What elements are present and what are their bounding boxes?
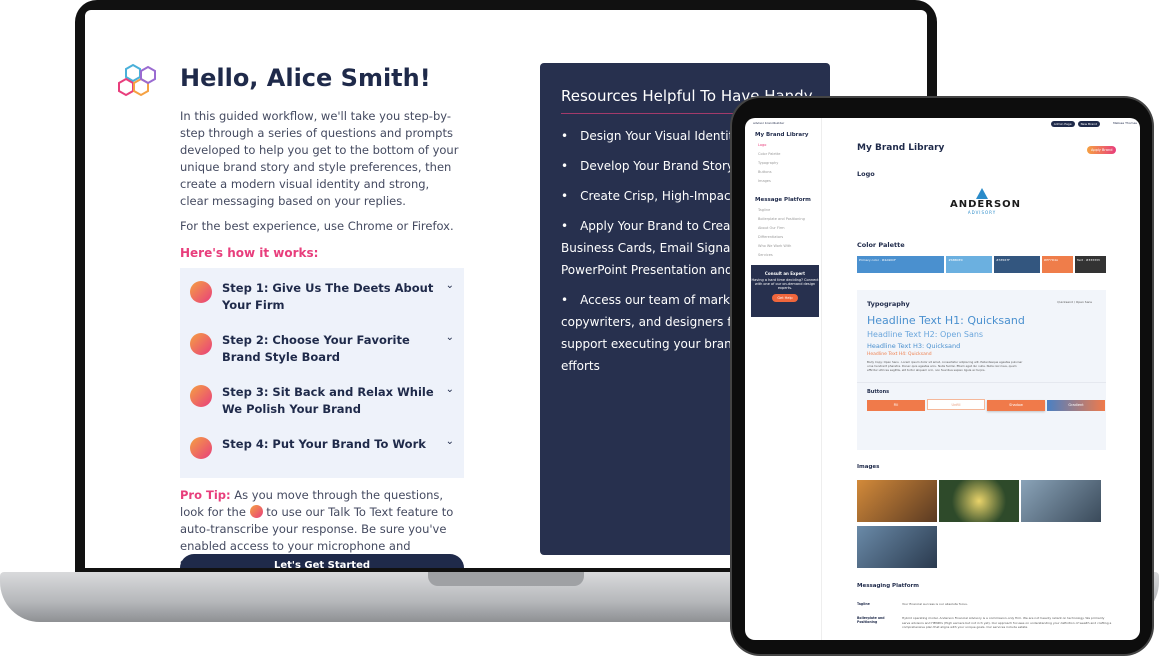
user-name[interactable]: Melissa Thomas bbox=[1113, 121, 1137, 125]
fill-button-sample[interactable]: Fill bbox=[867, 400, 925, 411]
list-icon bbox=[190, 281, 212, 303]
chevron-down-icon[interactable]: ⌄ bbox=[446, 436, 454, 447]
cursor-board-icon bbox=[190, 333, 212, 355]
image-lightbulb[interactable] bbox=[939, 480, 1019, 522]
consult-expert-card: Consult an Expert Having a hard time dec… bbox=[751, 265, 819, 317]
sidebar-item[interactable]: Services bbox=[758, 253, 821, 257]
h4-sample: Headline Text H4: Quicksand bbox=[867, 352, 932, 357]
greeting-title: Hello, Alice Smith! bbox=[180, 64, 431, 92]
h1-sample: Headline Text H1: Quicksand bbox=[867, 314, 1025, 327]
logo-triangle-icon bbox=[976, 188, 988, 199]
sidebar-heading: My Brand Library bbox=[755, 132, 809, 138]
color-swatch[interactable]: Primary color · #4A90CF bbox=[857, 256, 945, 273]
step-1[interactable]: Step 1: Give Us The Deets About Your Fir… bbox=[180, 268, 464, 320]
expert-title: Consult an Expert bbox=[764, 271, 806, 276]
step-2[interactable]: Step 2: Choose Your Favorite Brand Style… bbox=[180, 320, 464, 372]
sidebar-item[interactable]: Buttons bbox=[758, 170, 821, 174]
color-swatch[interactable]: #33567F bbox=[994, 256, 1040, 273]
header-buttons: Admin Page New Brand bbox=[1050, 121, 1100, 127]
gradient-button-sample[interactable]: Gradient bbox=[1047, 400, 1105, 411]
chevron-down-icon[interactable]: ⌄ bbox=[446, 384, 454, 395]
sidebar-heading: Message Platform bbox=[755, 197, 811, 203]
step-label: Step 4: Put Your Brand To Work bbox=[222, 437, 426, 451]
buttons-title: Buttons bbox=[867, 389, 890, 395]
brand-cubes-logo bbox=[118, 63, 156, 97]
sidebar-item[interactable]: Typography bbox=[758, 161, 821, 165]
sidebar-item[interactable]: Color Palette bbox=[758, 152, 821, 156]
tagline-label: Tagline bbox=[857, 602, 870, 606]
thumbs-up-icon bbox=[190, 437, 212, 459]
intro-text: In this guided workflow, we'll take you … bbox=[180, 108, 460, 235]
how-it-works-heading: Here's how it works: bbox=[180, 246, 319, 260]
logo-name: ANDERSON bbox=[950, 199, 1022, 210]
page-title: My Brand Library bbox=[857, 143, 945, 153]
step-label: Step 1: Give Us The Deets About Your Fir… bbox=[222, 281, 434, 312]
h2-sample: Headline Text H2: Open Sans bbox=[867, 330, 984, 339]
color-swatch[interactable]: #EF7D4A bbox=[1041, 256, 1073, 273]
images-section-title: Images bbox=[857, 464, 880, 470]
sidebar-item[interactable]: Boilerplate and Positioning bbox=[758, 217, 821, 221]
palette-section-title: Color Palette bbox=[857, 241, 905, 249]
color-palette: Primary color · #4A90CF #6BB0E0 #33567F #EF… bbox=[857, 256, 1107, 273]
boilerplate-value: Hybrid operating model. Anderson Financi… bbox=[902, 616, 1112, 629]
font-pair: Quicksand / Open Sans bbox=[1057, 300, 1092, 304]
steps-accordion: Step 1: Give Us The Deets About Your Fir… bbox=[180, 268, 464, 478]
step-label: Step 3: Sit Back and Relax While We Poli… bbox=[222, 385, 434, 416]
body-sample: Body Copy: Open Sans · Lorem ipsum dolor… bbox=[867, 360, 1023, 372]
color-swatch[interactable]: Text · #333333 bbox=[1074, 256, 1107, 273]
tablet-sidebar: My Brand Library Logo Color Palette Typogr… bbox=[745, 118, 822, 640]
browser-note: For the best experience, use Chrome or F… bbox=[180, 219, 454, 233]
intro-paragraph: In this guided workflow, we'll take you … bbox=[180, 109, 459, 208]
sidebar-item[interactable]: Images bbox=[758, 179, 821, 183]
apply-brand-button[interactable]: Apply Brand bbox=[1087, 146, 1117, 154]
sidebar-item[interactable]: Logo bbox=[758, 143, 821, 147]
anderson-logo: ANDERSON ADVISORY bbox=[950, 188, 1022, 215]
logo-sub: ADVISORY bbox=[967, 210, 997, 215]
chevron-down-icon[interactable]: ⌄ bbox=[446, 280, 454, 291]
sidebar-item[interactable]: About Our Firm bbox=[758, 226, 821, 230]
expert-text: Having a hard time deciding? Connect wit… bbox=[751, 278, 819, 290]
step-3[interactable]: Step 3: Sit Back and Relax While We Poli… bbox=[180, 372, 464, 424]
step-label: Step 2: Choose Your Favorite Brand Style… bbox=[222, 333, 410, 364]
logo-section-title: Logo bbox=[857, 170, 875, 178]
microphone-icon bbox=[249, 505, 263, 518]
get-started-button[interactable]: Let's Get Started bbox=[180, 554, 464, 568]
tablet-screen: advisor brandbuilder Admin Page New Bran… bbox=[745, 118, 1140, 640]
chevron-down-icon[interactable]: ⌄ bbox=[446, 332, 454, 343]
color-swatch[interactable]: #6BB0E0 bbox=[946, 256, 993, 273]
sidebar-item[interactable]: Differentiators bbox=[758, 235, 821, 239]
image-businessman[interactable] bbox=[857, 526, 937, 568]
step-4[interactable]: Step 4: Put Your Brand To Work ⌄ bbox=[180, 424, 464, 476]
pro-tip-label: Pro Tip: bbox=[180, 488, 231, 502]
tagline-value: Your financial success is our absolute f… bbox=[902, 602, 968, 606]
typography-card: Typography Quicksand / Open Sans Headlin… bbox=[857, 290, 1106, 450]
shadow-button-sample[interactable]: Shadow bbox=[987, 400, 1045, 411]
laptop-notch bbox=[428, 572, 584, 586]
new-brand-button[interactable]: New Brand bbox=[1077, 121, 1100, 127]
image-woman-smiling[interactable] bbox=[857, 480, 937, 522]
admin-page-button[interactable]: Admin Page bbox=[1050, 121, 1075, 127]
sidebar-item[interactable]: Tagline bbox=[758, 208, 821, 212]
boilerplate-label: Boilerplate and Positioning bbox=[857, 616, 885, 624]
messaging-section-title: Messaging Platform bbox=[857, 583, 919, 589]
unfill-button-sample[interactable]: Unfill bbox=[927, 399, 985, 410]
image-gallery bbox=[857, 480, 1112, 570]
get-help-button[interactable]: Get Help bbox=[772, 294, 798, 302]
sidebar-item[interactable]: Who We Work With bbox=[758, 244, 821, 248]
h3-sample: Headline Text H3: Quicksand bbox=[867, 342, 961, 350]
person-icon bbox=[190, 385, 212, 407]
image-people-meeting[interactable] bbox=[1021, 480, 1101, 522]
